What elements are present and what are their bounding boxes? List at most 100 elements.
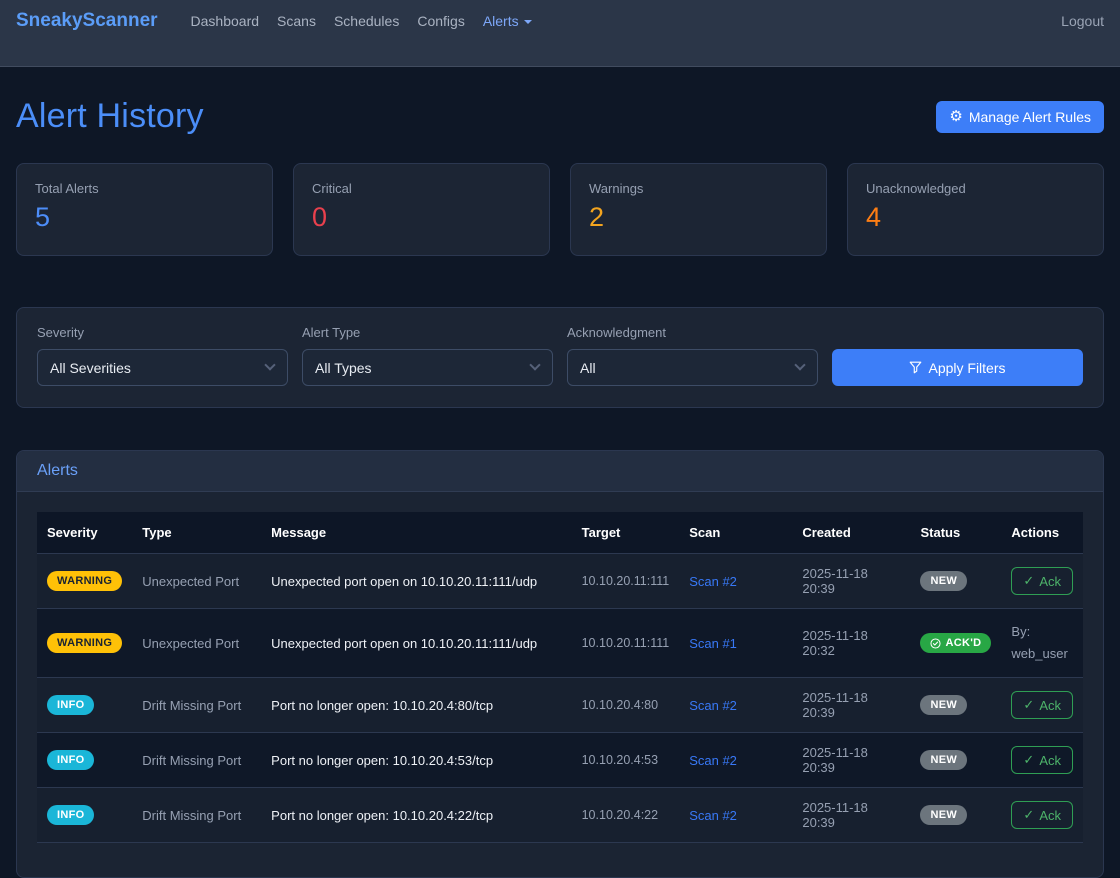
severity-cell: INFO (37, 678, 132, 733)
alert-type-cell: Drift Missing Port (132, 678, 261, 733)
created-cell: 2025-11-18 20:39 (792, 554, 910, 609)
alert-row: INFODrift Missing PortPort no longer ope… (37, 788, 1083, 843)
logout-link[interactable]: Logout (1061, 13, 1104, 29)
ack-button[interactable]: ✓ Ack (1011, 801, 1073, 829)
created-cell: 2025-11-18 20:32 (792, 609, 910, 678)
scan-link[interactable]: Scan #2 (689, 753, 737, 768)
scan-link[interactable]: Scan #1 (689, 636, 737, 651)
status-cell: NEW (910, 554, 1001, 609)
column-header-scan: Scan (679, 512, 792, 554)
top-navbar: SneakyScanner DashboardScansSchedulesCon… (0, 0, 1120, 67)
column-header-created: Created (792, 512, 910, 554)
status-cell: NEW (910, 733, 1001, 788)
alerts-panel: Alerts SeverityTypeMessageTargetScanCrea… (16, 450, 1104, 878)
column-header-message: Message (261, 512, 571, 554)
column-header-target: Target (572, 512, 680, 554)
manage-alert-rules-label: Manage Alert Rules (969, 109, 1091, 125)
alert-type-cell: Unexpected Port (132, 554, 261, 609)
stat-value: 5 (35, 202, 254, 233)
severity-badge: WARNING (47, 633, 122, 653)
nav-item-schedules[interactable]: Schedules (325, 9, 408, 33)
scan-cell: Scan #2 (679, 678, 792, 733)
severity-cell: INFO (37, 733, 132, 788)
caret-down-icon (524, 20, 532, 24)
gear-icon: ⚙ (949, 109, 962, 124)
status-badge: NEW (920, 750, 967, 770)
actions-cell: ✓ Ack (1001, 554, 1083, 609)
check-icon: ✓ (1023, 697, 1034, 713)
alert-type-cell: Unexpected Port (132, 609, 261, 678)
alert-message-cell: Unexpected port open on 10.10.20.11:111/… (261, 554, 571, 609)
nav-item-alerts[interactable]: Alerts (474, 9, 541, 33)
stat-label: Total Alerts (35, 181, 254, 196)
severity-badge: WARNING (47, 571, 122, 591)
severity-filter-label: Severity (37, 325, 288, 340)
apply-filters-button[interactable]: Apply Filters (832, 349, 1083, 386)
alert-row: WARNING Unexpected PortUnexpected port op… (37, 554, 1083, 609)
alerts-panel-title: Alerts (17, 451, 1103, 492)
apply-filters-label: Apply Filters (928, 360, 1005, 376)
column-header-status: Status (910, 512, 1001, 554)
alert-type-filter-label: Alert Type (302, 325, 553, 340)
scan-link[interactable]: Scan #2 (689, 808, 737, 823)
column-header-severity: Severity (37, 512, 132, 554)
alert-message-cell: Unexpected port open on 10.10.20.11:111/… (261, 609, 571, 678)
ack-button[interactable]: ✓ Ack (1011, 691, 1073, 719)
created-cell: 2025-11-18 20:39 (792, 733, 910, 788)
scan-cell: Scan #1 (679, 609, 792, 678)
ack-button[interactable]: ✓ Ack (1011, 567, 1073, 595)
manage-alert-rules-button[interactable]: ⚙ Manage Alert Rules (936, 101, 1104, 133)
stat-label: Warnings (589, 181, 808, 196)
stat-card-unacknowledged: Unacknowledged 4 (847, 163, 1104, 256)
alert-type-cell: Drift Missing Port (132, 733, 261, 788)
nav-item-dashboard[interactable]: Dashboard (182, 9, 269, 33)
filters-panel: Severity All Severities Alert Type All T… (16, 307, 1104, 408)
severity-cell: WARNING (37, 554, 132, 609)
severity-cell: WARNING (37, 609, 132, 678)
severity-filter-select[interactable]: All Severities (37, 349, 288, 386)
created-cell: 2025-11-18 20:39 (792, 678, 910, 733)
stat-value: 4 (866, 202, 1085, 233)
ack-button[interactable]: ✓ Ack (1011, 746, 1073, 774)
status-badge: NEW (920, 695, 967, 715)
status-cell: NEW (910, 788, 1001, 843)
severity-badge: INFO (47, 750, 94, 770)
brand-logo[interactable]: SneakyScanner (16, 10, 158, 32)
alert-type-cell: Drift Missing Port (132, 788, 261, 843)
stat-value: 2 (589, 202, 808, 233)
scan-cell: Scan #2 (679, 733, 792, 788)
severity-cell: INFO (37, 788, 132, 843)
stat-card-warnings: Warnings 2 (570, 163, 827, 256)
actions-cell: ✓ Ack (1001, 788, 1083, 843)
nav-item-configs[interactable]: Configs (408, 9, 473, 33)
funnel-icon (909, 361, 922, 374)
stat-label: Critical (312, 181, 531, 196)
scan-link[interactable]: Scan #2 (689, 574, 737, 589)
stats-grid: Total Alerts 5 Critical 0 Warnings 2 Unacknowl… (16, 163, 1104, 256)
alert-type-filter-select[interactable]: All Types (302, 349, 553, 386)
severity-badge: INFO (47, 695, 94, 715)
actions-cell: ✓ Ack (1001, 678, 1083, 733)
actions-cell: ✓ Ack (1001, 733, 1083, 788)
status-badge: NEW (920, 805, 967, 825)
page-title: Alert History (16, 97, 204, 136)
scan-link[interactable]: Scan #2 (689, 698, 737, 713)
stat-value: 0 (312, 202, 531, 233)
alert-row: WARNING Unexpected PortUnexpected port op… (37, 609, 1083, 678)
nav-links: DashboardScansSchedulesConfigsAlerts (182, 9, 541, 33)
actions-cell: By:web_user (1001, 609, 1083, 678)
column-header-actions: Actions (1001, 512, 1083, 554)
status-badge: NEW (920, 571, 967, 591)
alert-row: INFODrift Missing PortPort no longer ope… (37, 733, 1083, 788)
target-cell: 10.10.20.4:22 (572, 788, 680, 843)
acknowledgment-filter-label: Acknowledgment (567, 325, 818, 340)
acknowledgment-filter-select[interactable]: All (567, 349, 818, 386)
stat-card-total-alerts: Total Alerts 5 (16, 163, 273, 256)
check-icon: ✓ (1023, 573, 1034, 589)
target-cell: 10.10.20.11:111 (572, 609, 680, 678)
severity-badge: INFO (47, 805, 94, 825)
nav-item-scans[interactable]: Scans (268, 9, 325, 33)
status-cell: ACK'D (910, 609, 1001, 678)
stat-label: Unacknowledged (866, 181, 1085, 196)
scan-cell: Scan #2 (679, 554, 792, 609)
